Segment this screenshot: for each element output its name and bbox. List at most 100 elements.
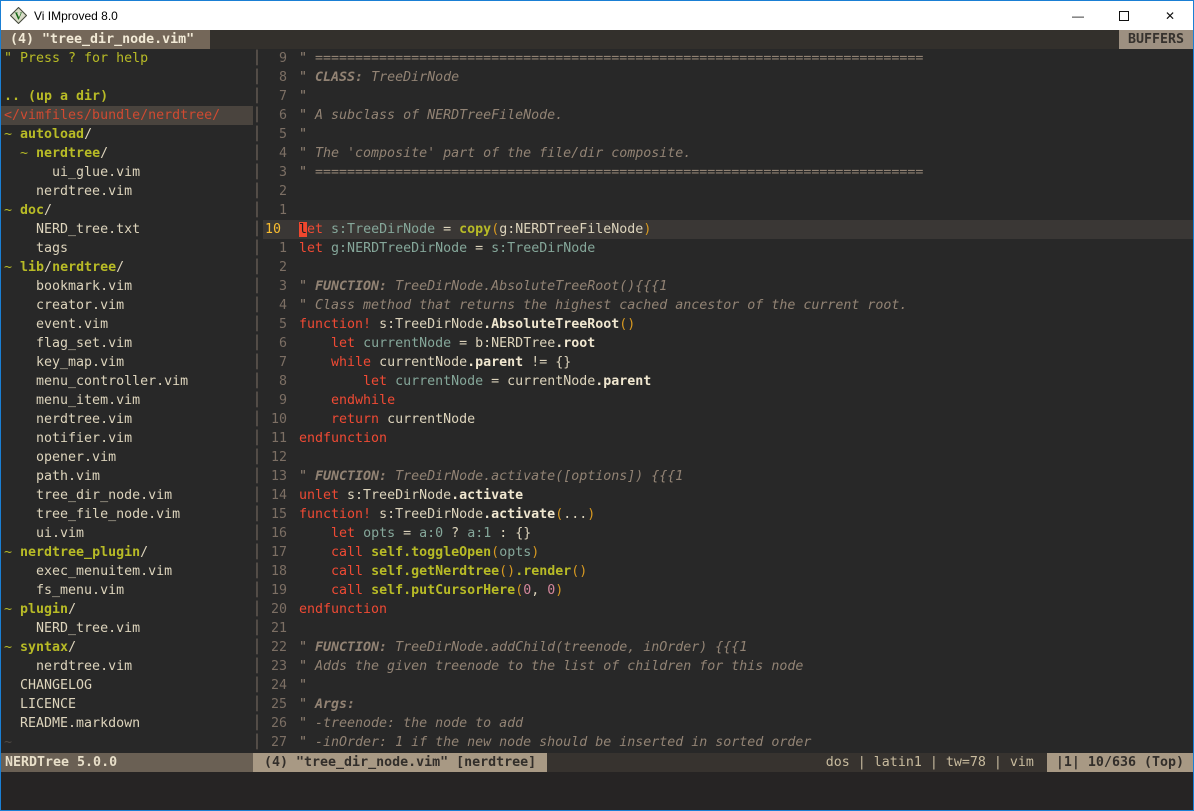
file-node[interactable]: tree_dir_node.vim — [1, 486, 253, 505]
file-node[interactable]: menu_controller.vim — [1, 372, 253, 391]
code-line[interactable]: 18 call self.getNerdtree().render() — [263, 562, 1193, 581]
code-line[interactable]: 10 return currentNode — [263, 410, 1193, 429]
vertical-split[interactable]: │││││││││││││││││││││││││││││││││││││ — [253, 49, 263, 753]
svg-text:V: V — [15, 12, 23, 23]
code-line[interactable]: 7 while currentNode.parent != {} — [263, 353, 1193, 372]
file-node[interactable]: CHANGELOG — [1, 676, 253, 695]
line-number: 11 — [263, 429, 287, 448]
code-line[interactable]: 4" Class method that returns the highest… — [263, 296, 1193, 315]
line-number: 14 — [263, 486, 287, 505]
line-number: 19 — [263, 581, 287, 600]
code-line[interactable]: 20endfunction — [263, 600, 1193, 619]
code-line[interactable]: 5" — [263, 125, 1193, 144]
code-line[interactable]: 13" FUNCTION: TreeDirNode.activate([opti… — [263, 467, 1193, 486]
file-node[interactable]: nerdtree.vim — [1, 657, 253, 676]
line-number: 9 — [263, 391, 287, 410]
file-node[interactable]: creator.vim — [1, 296, 253, 315]
code-line[interactable]: 16 let opts = a:0 ? a:1 : {} — [263, 524, 1193, 543]
file-node[interactable]: event.vim — [1, 315, 253, 334]
code-line[interactable]: 3" =====================================… — [263, 163, 1193, 182]
file-node[interactable]: NERD_tree.vim — [1, 619, 253, 638]
maximize-button[interactable] — [1101, 1, 1147, 30]
code-line[interactable]: 1 — [263, 201, 1193, 220]
file-node[interactable]: ui.vim — [1, 524, 253, 543]
dir-node[interactable]: ~ nerdtree_plugin/ — [1, 543, 253, 562]
file-node[interactable]: opener.vim — [1, 448, 253, 467]
code-line[interactable]: 4" The 'composite' part of the file/dir … — [263, 144, 1193, 163]
code-line[interactable]: 12 — [263, 448, 1193, 467]
code-line[interactable]: 21 — [263, 619, 1193, 638]
file-node[interactable]: nerdtree.vim — [1, 182, 253, 201]
code-line[interactable]: 22" FUNCTION: TreeDirNode.addChild(treen… — [263, 638, 1193, 657]
file-node[interactable]: menu_item.vim — [1, 391, 253, 410]
blank — [1, 68, 253, 87]
line-number: 18 — [263, 562, 287, 581]
code-line[interactable]: 6" A subclass of NERDTreeFileNode. — [263, 106, 1193, 125]
file-node[interactable]: NERD_tree.txt — [1, 220, 253, 239]
updir-node[interactable]: .. (up a dir) — [1, 87, 253, 106]
minimize-button[interactable]: — — [1055, 1, 1101, 30]
line-number: 27 — [263, 733, 287, 752]
dir-node[interactable]: ~ syntax/ — [1, 638, 253, 657]
code-line[interactable]: 24" — [263, 676, 1193, 695]
code-line[interactable]: 17 call self.toggleOpen(opts) — [263, 543, 1193, 562]
file-node[interactable]: tree_file_node.vim — [1, 505, 253, 524]
file-node[interactable]: tags — [1, 239, 253, 258]
file-node[interactable]: flag_set.vim — [1, 334, 253, 353]
file-node[interactable]: exec_menuitem.vim — [1, 562, 253, 581]
close-button[interactable]: ✕ — [1147, 1, 1193, 30]
dir-node[interactable]: ~ autoload/ — [1, 125, 253, 144]
file-node[interactable]: key_map.vim — [1, 353, 253, 372]
code-line-current[interactable]: 10let s:TreeDirNode = copy(g:NERDTreeFil… — [263, 220, 1193, 239]
line-number: 2 — [263, 182, 287, 201]
tab-active[interactable]: (4) "tree_dir_node.vim" — [1, 30, 210, 49]
code-line[interactable]: 25" Args: — [263, 695, 1193, 714]
file-node[interactable]: LICENCE — [1, 695, 253, 714]
file-node[interactable]: ui_glue.vim — [1, 163, 253, 182]
tabline: (4) "tree_dir_node.vim" BUFFERS — [1, 30, 1193, 49]
dir-node[interactable]: ~ plugin/ — [1, 600, 253, 619]
code-line[interactable]: 5function! s:TreeDirNode.AbsoluteTreeRoo… — [263, 315, 1193, 334]
code-line[interactable]: 6 let currentNode = b:NERDTree.root — [263, 334, 1193, 353]
code-line[interactable]: 14unlet s:TreeDirNode.activate — [263, 486, 1193, 505]
code-line[interactable]: 8" CLASS: TreeDirNode — [263, 68, 1193, 87]
line-number: 7 — [263, 353, 287, 372]
code-line[interactable]: 2 — [263, 258, 1193, 277]
line-number: 10 — [263, 410, 287, 429]
file-node[interactable]: bookmark.vim — [1, 277, 253, 296]
code-line[interactable]: 9" =====================================… — [263, 49, 1193, 68]
dir-node[interactable]: ~ doc/ — [1, 201, 253, 220]
dir-node[interactable]: ~ nerdtree/ — [1, 144, 253, 163]
code-line[interactable]: 1let g:NERDTreeDirNode = s:TreeDirNode — [263, 239, 1193, 258]
file-node[interactable]: README.markdown — [1, 714, 253, 733]
file-node[interactable]: fs_menu.vim — [1, 581, 253, 600]
root-node[interactable]: </vimfiles/bundle/nerdtree/ — [1, 106, 253, 125]
minimize-icon: — — [1072, 9, 1084, 23]
dir-node[interactable]: ~ lib/nerdtree/ — [1, 258, 253, 277]
code-line[interactable]: 19 call self.putCursorHere(0, 0) — [263, 581, 1193, 600]
help-line: " Press ? for help — [1, 49, 253, 68]
code-line[interactable]: 9 endwhile — [263, 391, 1193, 410]
titlebar[interactable]: V Vi IMproved 8.0 — ✕ — [1, 1, 1193, 30]
code-line[interactable]: 7" — [263, 87, 1193, 106]
line-number: 3 — [263, 277, 287, 296]
line-number: 4 — [263, 144, 287, 163]
file-node[interactable]: nerdtree.vim — [1, 410, 253, 429]
code-line[interactable]: 15function! s:TreeDirNode.activate(...) — [263, 505, 1193, 524]
line-number: 21 — [263, 619, 287, 638]
code-line[interactable]: 26" -treenode: the node to add — [263, 714, 1193, 733]
code-line[interactable]: 23" Adds the given treenode to the list … — [263, 657, 1193, 676]
code-line[interactable]: 3" FUNCTION: TreeDirNode.AbsoluteTreeRoo… — [263, 277, 1193, 296]
statusbar: NERDTree 5.0.0 (4) "tree_dir_node.vim" [… — [1, 753, 1193, 772]
file-node[interactable]: notifier.vim — [1, 429, 253, 448]
code-line[interactable]: 2 — [263, 182, 1193, 201]
code-line[interactable]: 8 let currentNode = currentNode.parent — [263, 372, 1193, 391]
line-number: 17 — [263, 543, 287, 562]
editor-panel[interactable]: 9" =====================================… — [263, 49, 1193, 753]
code-line[interactable]: 11endfunction — [263, 429, 1193, 448]
line-number: 4 — [263, 296, 287, 315]
status-position: |1| 10/636 (Top) — [1047, 753, 1193, 772]
code-line[interactable]: 27" -inOrder: 1 if the new node should b… — [263, 733, 1193, 752]
line-number: 24 — [263, 676, 287, 695]
file-node[interactable]: path.vim — [1, 467, 253, 486]
